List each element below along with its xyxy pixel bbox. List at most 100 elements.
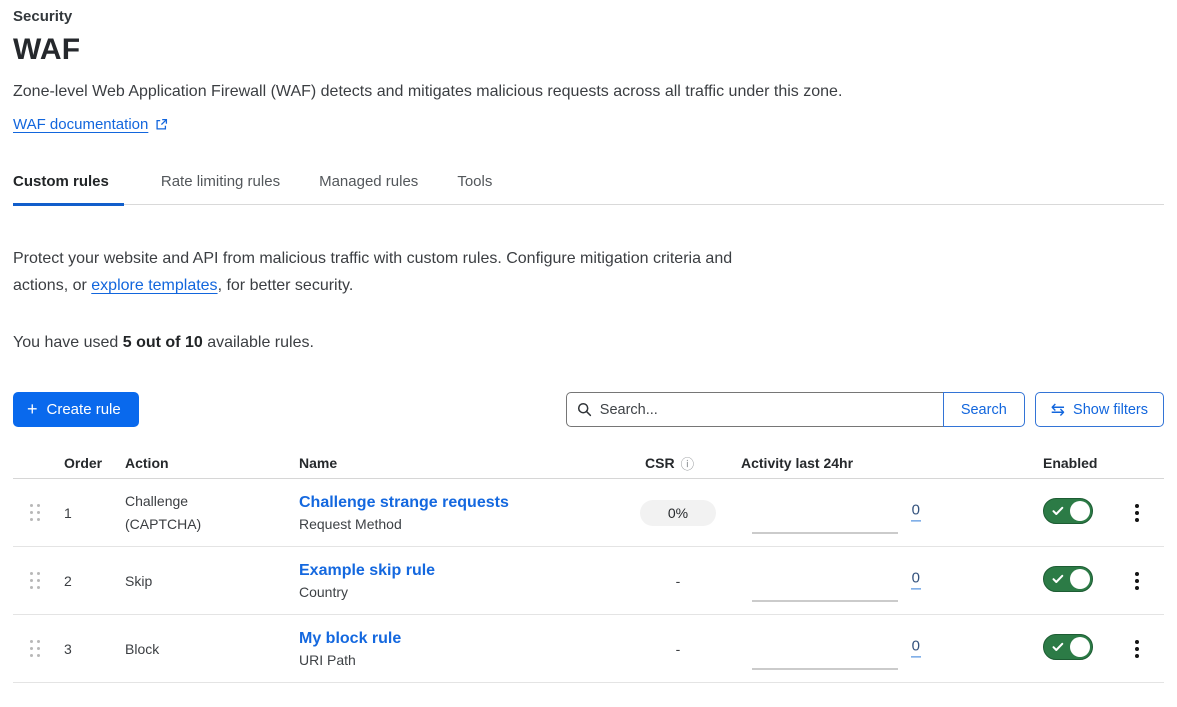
tab-managed-rules[interactable]: Managed rules bbox=[319, 171, 420, 204]
intro-text-after: , for better security. bbox=[218, 277, 354, 294]
rule-order: 2 bbox=[56, 573, 112, 589]
drag-handle-icon[interactable] bbox=[30, 640, 40, 657]
usage-suffix: available rules. bbox=[203, 334, 314, 351]
action-line1: Skip bbox=[125, 570, 286, 592]
usage-prefix: You have used bbox=[13, 334, 123, 351]
toggle-knob bbox=[1070, 501, 1090, 521]
show-filters-button[interactable]: ⇆ Show filters bbox=[1035, 392, 1164, 427]
rule-field: Country bbox=[299, 584, 632, 600]
activity-count-link[interactable]: 0 bbox=[911, 637, 921, 657]
activity-count-link[interactable]: 0 bbox=[911, 569, 921, 589]
drag-handle-cell bbox=[13, 640, 56, 657]
kebab-menu-icon[interactable] bbox=[1135, 572, 1139, 590]
show-filters-label: Show filters bbox=[1073, 402, 1148, 418]
rule-action: Block bbox=[112, 638, 286, 660]
tab-bar: Custom rules Rate limiting rules Managed… bbox=[13, 171, 1164, 205]
rule-enabled bbox=[935, 498, 1110, 527]
usage-count: 5 out of 10 bbox=[123, 334, 203, 351]
waf-documentation-link[interactable]: WAF documentation bbox=[13, 116, 148, 133]
activity-sparkline bbox=[752, 532, 898, 534]
rule-name-link[interactable]: Example skip rule bbox=[299, 562, 632, 580]
breadcrumb-security: Security bbox=[13, 8, 1164, 25]
enabled-toggle[interactable] bbox=[1043, 566, 1093, 592]
search-group: Search bbox=[566, 392, 1025, 427]
drag-handle-icon[interactable] bbox=[30, 572, 40, 589]
table-header: Order Action Name CSR ⓘ Activity last 24… bbox=[13, 449, 1164, 479]
search-button[interactable]: Search bbox=[943, 392, 1025, 427]
kebab-menu-icon[interactable] bbox=[1135, 504, 1139, 522]
rule-csr: 0% bbox=[632, 500, 724, 526]
table-row: 2 Skip Example skip rule Country - 0 bbox=[13, 547, 1164, 615]
page-title: WAF bbox=[13, 33, 1164, 67]
rule-csr: - bbox=[632, 573, 724, 589]
doc-link-row: WAF documentation bbox=[13, 116, 1164, 133]
rule-name-link[interactable]: My block rule bbox=[299, 630, 632, 648]
activity-count-link[interactable]: 0 bbox=[911, 501, 921, 521]
check-icon bbox=[1052, 574, 1064, 584]
column-csr: CSR ⓘ bbox=[632, 453, 724, 473]
rule-enabled bbox=[935, 634, 1110, 663]
table-row: 3 Block My block rule URI Path - 0 bbox=[13, 615, 1164, 683]
rule-field: Request Method bbox=[299, 516, 632, 532]
column-activity: Activity last 24hr bbox=[724, 455, 935, 471]
rule-enabled bbox=[935, 566, 1110, 595]
rule-activity: 0 bbox=[724, 615, 935, 682]
kebab-menu-icon[interactable] bbox=[1135, 640, 1139, 658]
plus-icon: + bbox=[27, 400, 38, 418]
row-menu-cell bbox=[1110, 572, 1164, 590]
rule-name-cell: My block rule URI Path bbox=[286, 630, 632, 668]
check-icon bbox=[1052, 642, 1064, 652]
drag-handle-cell bbox=[13, 504, 56, 521]
column-enabled: Enabled bbox=[935, 455, 1110, 471]
action-line2: (CAPTCHA) bbox=[125, 513, 286, 535]
explore-templates-link[interactable]: explore templates bbox=[91, 277, 217, 294]
create-rule-button[interactable]: + Create rule bbox=[13, 392, 139, 427]
table-row: 1 Challenge (CAPTCHA) Challenge strange … bbox=[13, 479, 1164, 547]
search-box bbox=[566, 392, 944, 427]
rule-csr: - bbox=[632, 641, 724, 657]
rule-order: 1 bbox=[56, 505, 112, 521]
external-link-icon bbox=[155, 118, 168, 131]
tab-rate-limiting-rules[interactable]: Rate limiting rules bbox=[161, 171, 282, 204]
create-rule-label: Create rule bbox=[47, 401, 121, 418]
drag-handle-cell bbox=[13, 572, 56, 589]
tab-custom-rules[interactable]: Custom rules bbox=[13, 171, 124, 204]
rule-name-link[interactable]: Challenge strange requests bbox=[299, 494, 632, 512]
toggle-knob bbox=[1070, 569, 1090, 589]
csr-badge: 0% bbox=[640, 500, 716, 526]
rule-activity: 0 bbox=[724, 547, 935, 614]
rule-field: URI Path bbox=[299, 652, 632, 668]
action-line1: Block bbox=[125, 638, 286, 660]
rule-activity: 0 bbox=[724, 479, 935, 546]
rules-toolbar: + Create rule Search ⇆ Show filt bbox=[13, 392, 1164, 427]
column-order: Order bbox=[56, 455, 112, 471]
search-input[interactable] bbox=[600, 402, 933, 418]
rule-name-cell: Example skip rule Country bbox=[286, 562, 632, 600]
swap-arrows-icon: ⇆ bbox=[1051, 401, 1065, 418]
action-line1: Challenge bbox=[125, 490, 286, 512]
rule-action: Challenge (CAPTCHA) bbox=[112, 490, 286, 535]
csr-label: CSR bbox=[645, 455, 675, 471]
column-action: Action bbox=[112, 455, 286, 471]
check-icon bbox=[1052, 506, 1064, 516]
rule-name-cell: Challenge strange requests Request Metho… bbox=[286, 494, 632, 532]
row-menu-cell bbox=[1110, 640, 1164, 658]
row-menu-cell bbox=[1110, 504, 1164, 522]
tab-tools[interactable]: Tools bbox=[457, 171, 494, 204]
drag-handle-icon[interactable] bbox=[30, 504, 40, 521]
enabled-toggle[interactable] bbox=[1043, 498, 1093, 524]
rules-usage-text: You have used 5 out of 10 available rule… bbox=[13, 334, 1164, 352]
rule-action: Skip bbox=[112, 570, 286, 592]
toolbar-right: Search ⇆ Show filters bbox=[566, 392, 1164, 427]
activity-sparkline bbox=[752, 600, 898, 602]
activity-sparkline bbox=[752, 668, 898, 670]
rule-order: 3 bbox=[56, 641, 112, 657]
waf-page: Security WAF Zone-level Web Application … bbox=[0, 0, 1177, 683]
info-icon[interactable]: ⓘ bbox=[681, 453, 695, 473]
toggle-knob bbox=[1070, 637, 1090, 657]
search-icon bbox=[577, 402, 592, 417]
intro-text: Protect your website and API from malici… bbox=[13, 245, 749, 299]
rules-table: Order Action Name CSR ⓘ Activity last 24… bbox=[13, 449, 1164, 683]
page-description: Zone-level Web Application Firewall (WAF… bbox=[13, 83, 1164, 101]
enabled-toggle[interactable] bbox=[1043, 634, 1093, 660]
